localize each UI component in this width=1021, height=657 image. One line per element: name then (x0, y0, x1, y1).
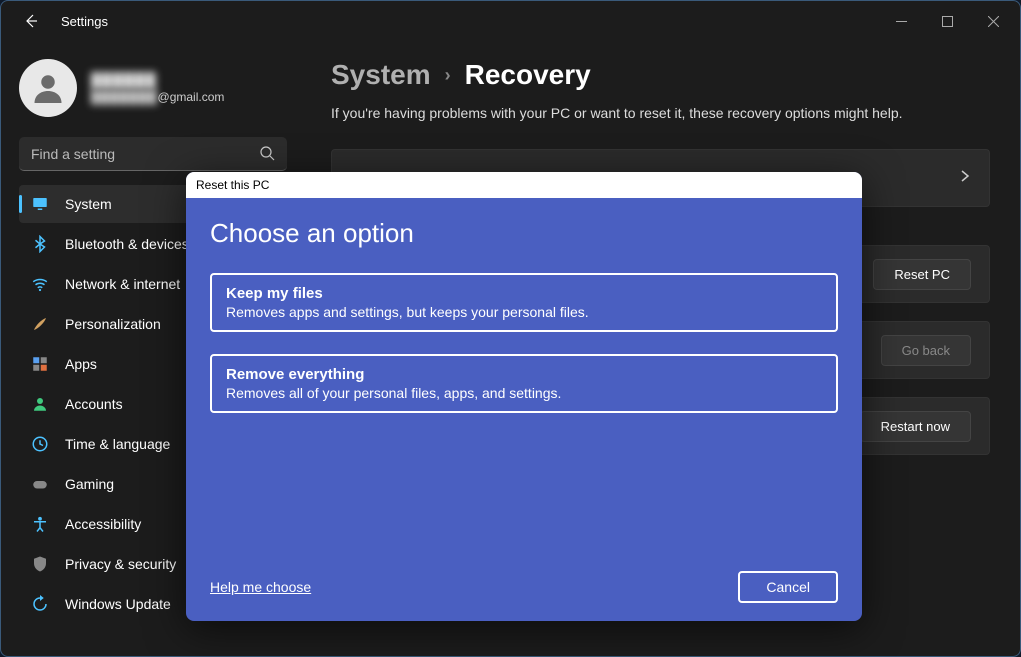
sidebar-item-label: Time & language (65, 436, 170, 452)
user-account-header[interactable]: ██████ ███████@gmail.com (19, 51, 301, 137)
wifi-icon (31, 275, 49, 293)
option-title: Keep my files (226, 285, 822, 302)
back-button[interactable] (21, 11, 41, 31)
sidebar-item-label: Personalization (65, 316, 161, 332)
option-title: Remove everything (226, 366, 822, 383)
person-icon (30, 70, 66, 106)
bluetooth-icon (31, 235, 49, 253)
clock-icon (31, 435, 49, 453)
close-icon (988, 16, 999, 27)
sidebar-item-label: Network & internet (65, 276, 180, 292)
window-title: Settings (61, 14, 878, 29)
minimize-button[interactable] (878, 5, 924, 37)
reset-pc-dialog: Reset this PC Choose an option Keep my f… (186, 172, 862, 621)
go-back-button[interactable]: Go back (881, 335, 971, 366)
cancel-button[interactable]: Cancel (738, 571, 838, 603)
titlebar: Settings (1, 1, 1020, 41)
accessibility-icon (31, 515, 49, 533)
sidebar-item-label: System (65, 196, 112, 212)
search-input[interactable] (19, 137, 287, 171)
close-button[interactable] (970, 5, 1016, 37)
restart-now-button[interactable]: Restart now (860, 411, 971, 442)
shield-icon (31, 555, 49, 573)
dialog-heading: Choose an option (210, 218, 838, 249)
sidebar-item-label: Apps (65, 356, 97, 372)
option-remove-everything[interactable]: Remove everything Removes all of your pe… (210, 354, 838, 413)
chevron-right-icon: › (445, 65, 451, 86)
search-container (19, 137, 287, 171)
arrow-left-icon (23, 13, 39, 29)
minimize-icon (896, 16, 907, 27)
option-desc: Removes all of your personal files, apps… (226, 385, 822, 401)
user-email: ███████@gmail.com (91, 90, 224, 104)
help-me-choose-link[interactable]: Help me choose (210, 579, 311, 595)
update-icon (31, 595, 49, 613)
gamepad-icon (31, 475, 49, 493)
page-subtitle: If you're having problems with your PC o… (331, 105, 990, 121)
sidebar-item-label: Accessibility (65, 516, 141, 532)
brush-icon (31, 315, 49, 333)
option-desc: Removes apps and settings, but keeps you… (226, 304, 822, 320)
maximize-button[interactable] (924, 5, 970, 37)
sidebar-item-label: Bluetooth & devices (65, 236, 189, 252)
search-icon (259, 145, 275, 166)
avatar (19, 59, 77, 117)
person-icon (31, 395, 49, 413)
page-title: Recovery (465, 59, 591, 91)
reset-pc-button[interactable]: Reset PC (873, 259, 971, 290)
sidebar-item-label: Gaming (65, 476, 114, 492)
option-keep-my-files[interactable]: Keep my files Removes apps and settings,… (210, 273, 838, 332)
dialog-titlebar: Reset this PC (186, 172, 862, 198)
sidebar-item-label: Accounts (65, 396, 123, 412)
sidebar-item-label: Windows Update (65, 596, 171, 612)
apps-icon (31, 355, 49, 373)
user-name: ██████ (91, 72, 224, 88)
chevron-right-icon (959, 169, 971, 187)
breadcrumb-parent[interactable]: System (331, 59, 431, 91)
maximize-icon (942, 16, 953, 27)
breadcrumb: System › Recovery (331, 59, 990, 91)
sidebar-item-label: Privacy & security (65, 556, 176, 572)
window-controls (878, 5, 1016, 37)
monitor-icon (31, 195, 49, 213)
